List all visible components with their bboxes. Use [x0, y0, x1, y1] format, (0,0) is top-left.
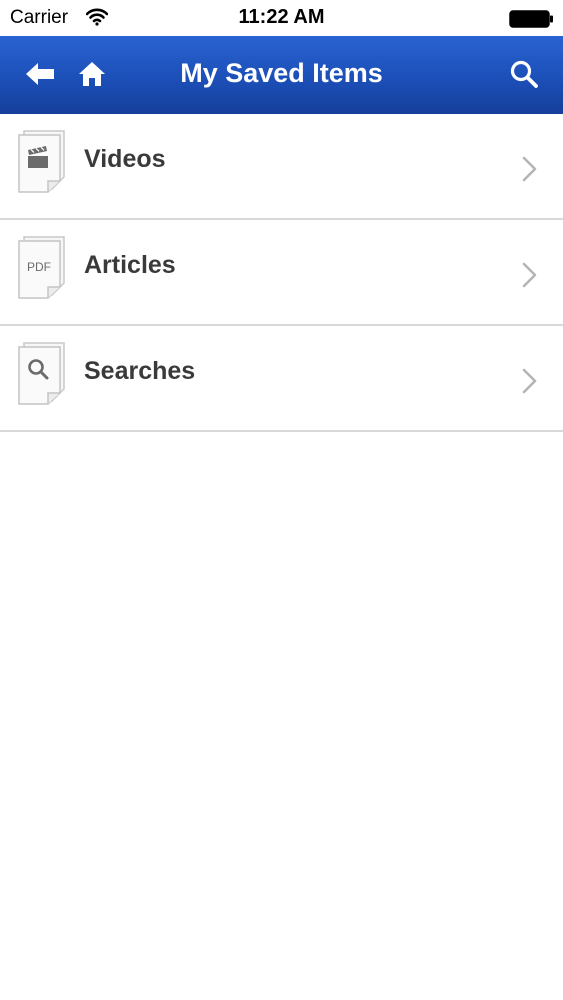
list-item-videos[interactable]: Videos — [0, 114, 563, 220]
search-icon — [510, 60, 538, 88]
navigation-bar: My Saved Items — [0, 36, 563, 114]
battery-icon — [509, 10, 553, 28]
list-item-label: Videos — [84, 145, 166, 173]
pdf-icon-text: PDF — [27, 260, 51, 274]
list-item-label: Searches — [84, 357, 196, 385]
chevron-right-icon — [522, 262, 537, 288]
chevron-right-icon — [522, 368, 537, 394]
list-item-searches[interactable]: Searches — [0, 326, 563, 432]
saved-items-list: Videos PDF Articles Searches — [0, 114, 563, 432]
search-button[interactable] — [502, 52, 546, 96]
screen: Carrier 11:22 AM My Saved Items Videos P… — [0, 0, 563, 1000]
status-time: 11:22 AM — [238, 6, 325, 28]
status-bar: Carrier 11:22 AM — [0, 0, 563, 36]
pdf-document-icon: PDF — [18, 236, 65, 299]
list-item-label: Articles — [84, 251, 176, 279]
list-item-articles[interactable]: PDF Articles — [0, 220, 563, 326]
chevron-right-icon — [522, 156, 537, 182]
search-document-icon — [18, 342, 65, 405]
page-title: My Saved Items — [180, 58, 383, 88]
video-document-icon — [18, 130, 65, 193]
